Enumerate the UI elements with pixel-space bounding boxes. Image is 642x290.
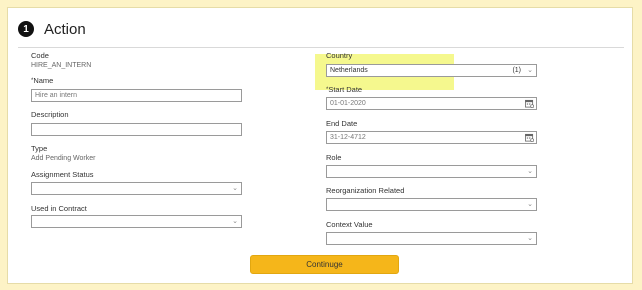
type-label: Type <box>31 144 48 153</box>
assignment-status-label: Assignment Status <box>31 170 94 179</box>
continue-button[interactable]: Continuge <box>250 255 399 274</box>
step-number-badge: 1 <box>18 21 34 37</box>
country-selected-count: (1) <box>512 67 521 74</box>
start-date-input[interactable]: 01-01-2020 <box>326 97 537 110</box>
country-field: Country <box>326 51 352 61</box>
used-in-contract-select[interactable]: ⌄ <box>31 215 242 228</box>
used-in-contract-field: Used in Contract <box>31 204 87 214</box>
reorganization-related-select[interactable]: ⌄ <box>326 198 537 211</box>
header-divider <box>18 47 624 48</box>
name-label: *Name <box>31 76 53 86</box>
reorganization-related-field: Reorganization Related <box>326 186 404 196</box>
used-in-contract-label: Used in Contract <box>31 204 87 213</box>
end-date-field: End Date <box>326 119 357 129</box>
assignment-status-select[interactable]: ⌄ <box>31 182 242 195</box>
start-date-value: 01-01-2020 <box>330 100 366 107</box>
chevron-down-icon: ⌄ <box>232 218 238 225</box>
context-value-field: Context Value <box>326 220 373 230</box>
name-field: *Name <box>31 76 53 86</box>
role-field: Role <box>326 153 341 163</box>
chevron-down-icon: ⌄ <box>527 67 533 74</box>
start-date-label-text: Start Date <box>328 85 363 94</box>
action-panel: 1 Action Code HIRE_AN_INTERN *Name Hire … <box>7 7 633 284</box>
name-label-text: Name <box>33 76 54 85</box>
reorganization-related-label: Reorganization Related <box>326 186 405 195</box>
section-header: 1 Action <box>18 18 86 40</box>
chevron-down-icon: ⌄ <box>232 185 238 192</box>
code-field: Code HIRE_AN_INTERN <box>31 51 91 71</box>
context-value-label: Context Value <box>326 220 373 229</box>
start-date-label: *Start Date <box>326 85 362 95</box>
calendar-icon[interactable] <box>525 133 534 142</box>
assignment-status-field: Assignment Status <box>31 170 94 180</box>
section-title: Action <box>44 20 86 38</box>
name-input[interactable]: Hire an intern <box>31 89 242 102</box>
role-select[interactable]: ⌄ <box>326 165 537 178</box>
country-value: Netherlands <box>330 67 368 74</box>
description-label: Description <box>31 110 69 119</box>
role-label: Role <box>326 153 342 162</box>
end-date-value: 31-12-4712 <box>330 134 366 141</box>
end-date-input[interactable]: 31-12-4712 <box>326 131 537 144</box>
country-select[interactable]: Netherlands (1) ⌄ <box>326 64 537 77</box>
start-date-field: *Start Date <box>326 85 362 95</box>
code-label: Code <box>31 51 49 60</box>
context-value-select[interactable]: ⌄ <box>326 232 537 245</box>
code-value: HIRE_AN_INTERN <box>31 62 92 69</box>
chevron-down-icon: ⌄ <box>527 201 533 208</box>
type-value: Add Pending Worker <box>31 155 96 162</box>
chevron-down-icon: ⌄ <box>527 235 533 242</box>
description-input[interactable] <box>31 123 242 136</box>
end-date-label: End Date <box>326 119 358 128</box>
chevron-down-icon: ⌄ <box>527 168 533 175</box>
country-label: Country <box>326 51 353 60</box>
type-field: Type Add Pending Worker <box>31 144 95 164</box>
description-field: Description <box>31 110 69 120</box>
calendar-icon[interactable] <box>525 99 534 108</box>
